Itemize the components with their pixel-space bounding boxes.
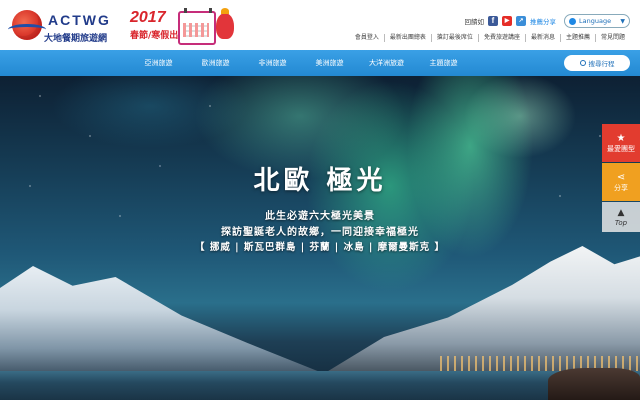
nav-item-europe[interactable]: 歐洲旅遊	[187, 50, 244, 76]
chevron-up-icon: ▲	[617, 207, 625, 218]
hero-destinations: 【 挪威 | 斯瓦巴群島 | 芬蘭 | 冰島 | 摩爾曼斯克 】	[195, 242, 445, 253]
nav-item-asia[interactable]: 亞洲旅遊	[130, 50, 187, 76]
site-header: ACTWG 大地餐期旅遊網 2017 春節/寒假出團表 回饋如 f ▶ ↗ 推薦…	[0, 0, 640, 50]
link-news[interactable]: 最新消息	[524, 34, 560, 42]
link-themes[interactable]: 主題推薦	[559, 34, 595, 42]
hero-text: 北歐 極光 此生必遊六大極光美景 探訪聖誕老人的故鄉，一同迎接幸福極光 【 挪威…	[0, 76, 640, 400]
nav-item-themes[interactable]: 主題旅遊	[415, 50, 472, 76]
logo-swoosh-icon	[8, 24, 46, 35]
nav-item-africa[interactable]: 非洲旅遊	[244, 50, 301, 76]
header-links: 會員登入 最新出團總表 搶訂最後席位 免費旅遊講座 最新消息 主題推薦 常見問題	[350, 34, 630, 42]
hero-title: 北歐 極光	[253, 166, 387, 196]
share-button[interactable]: ⋖ 分享	[602, 163, 640, 201]
favorite-tours-button[interactable]: ★ 最愛團型	[602, 124, 640, 162]
link-last-seats[interactable]: 搶訂最後席位	[430, 34, 478, 42]
back-to-top-button[interactable]: ▲ Top	[602, 202, 640, 232]
site-logo[interactable]: ACTWG 大地餐期旅遊網	[8, 10, 127, 44]
share-icon[interactable]: ↗	[516, 16, 526, 26]
share-icon: ⋖	[616, 171, 626, 183]
share-link[interactable]: 推薦分享	[530, 16, 556, 26]
favorite-label: 最愛團型	[607, 144, 635, 153]
nav-item-americas[interactable]: 美洲旅遊	[301, 50, 358, 76]
star-icon: ★	[616, 132, 626, 144]
link-member-login[interactable]: 會員登入	[350, 34, 384, 42]
promo-banner[interactable]: 2017 春節/寒假出團表	[130, 8, 240, 45]
share-label: 分享	[614, 183, 628, 192]
logo-subtitle: 大地餐期旅遊網	[44, 34, 108, 44]
side-floating-bar: ★ 最愛團型 ⋖ 分享 ▲ Top	[602, 124, 640, 233]
logo-brand-text: ACTWG	[48, 12, 111, 28]
facebook-icon[interactable]: f	[488, 16, 498, 26]
hero-banner[interactable]: 北歐 極光 此生必遊六大極光美景 探訪聖誕老人的故鄉，一同迎接幸福極光 【 挪威…	[0, 76, 640, 400]
hero-subtitle-2: 探訪聖誕老人的故鄉，一同迎接幸福極光	[221, 227, 419, 238]
youtube-icon[interactable]: ▶	[502, 16, 512, 26]
calendar-icon	[178, 8, 216, 45]
main-nav: 亞洲旅遊 歐洲旅遊 非洲旅遊 美洲旅遊 大洋洲旅遊 主題旅遊 搜尋行程	[0, 50, 640, 76]
hero-subtitle-1: 此生必遊六大極光美景	[265, 211, 375, 222]
language-label: Language	[579, 17, 612, 25]
link-departure-schedule[interactable]: 最新出團總表	[383, 34, 431, 42]
rooster-icon	[216, 8, 234, 39]
chevron-down-icon: ▼	[620, 17, 625, 25]
language-select[interactable]: Language ▼	[564, 14, 630, 28]
search-trip-button[interactable]: 搜尋行程	[564, 55, 630, 71]
link-free-seminar[interactable]: 免費旅遊講座	[477, 34, 525, 42]
header-top-tools: 回饋如 f ▶ ↗ 推薦分享 Language ▼	[464, 13, 630, 29]
search-icon	[579, 60, 586, 66]
link-faq[interactable]: 常見問題	[594, 34, 630, 42]
promo-year: 2017	[130, 9, 166, 26]
nav-item-oceania[interactable]: 大洋洲旅遊	[358, 50, 415, 76]
globe-icon	[569, 17, 576, 25]
reply-label: 回饋如	[464, 18, 485, 26]
top-label: Top	[614, 218, 628, 227]
search-trip-label: 搜尋行程	[588, 60, 615, 68]
